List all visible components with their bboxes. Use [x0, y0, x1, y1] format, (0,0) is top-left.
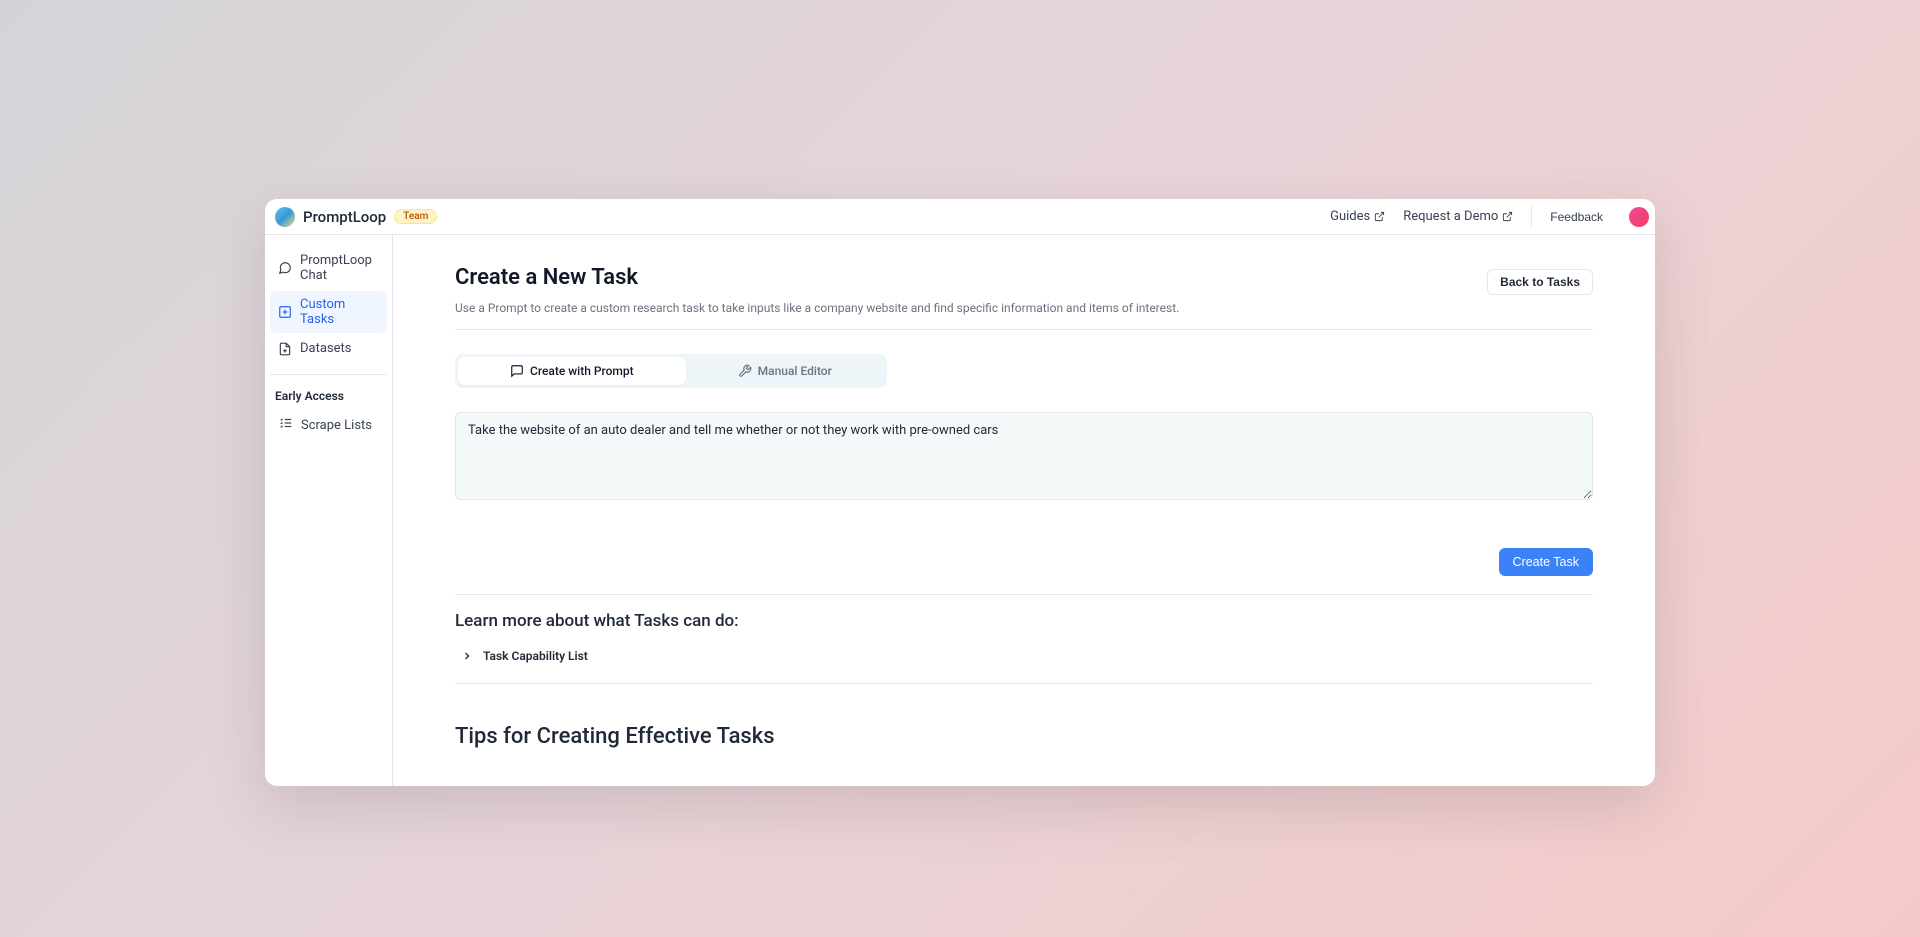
sidebar-item-label: Scrape Lists [301, 418, 372, 433]
prompt-textarea[interactable]: Take the website of an auto dealer and t… [455, 412, 1593, 500]
list-check-icon [279, 416, 293, 434]
learn-more-title: Learn more about what Tasks can do: [455, 611, 1593, 631]
sidebar-item-scrape-lists[interactable]: Scrape Lists [265, 411, 392, 439]
header-left: PromptLoop Team [275, 207, 437, 227]
create-task-button[interactable]: Create Task [1499, 548, 1593, 576]
sidebar-item-label: PromptLoop Chat [300, 253, 379, 283]
task-capability-list-toggle[interactable]: Task Capability List [455, 645, 1593, 667]
request-demo-link[interactable]: Request a Demo [1403, 209, 1513, 224]
chevron-right-icon [461, 650, 473, 662]
file-icon [278, 342, 292, 356]
request-demo-label: Request a Demo [1403, 209, 1498, 224]
feedback-button[interactable]: Feedback [1531, 206, 1611, 228]
chat-icon [278, 261, 292, 275]
guides-label: Guides [1330, 209, 1370, 224]
sidebar: PromptLoop Chat Custom Tasks Datasets Ea… [265, 235, 393, 786]
divider [455, 683, 1593, 684]
team-badge: Team [394, 209, 437, 224]
guides-link[interactable]: Guides [1330, 209, 1385, 224]
avatar[interactable] [1629, 207, 1649, 227]
sidebar-item-chat[interactable]: PromptLoop Chat [270, 247, 387, 289]
divider [455, 329, 1593, 330]
tab-label: Create with Prompt [530, 364, 634, 378]
early-access-heading: Early Access [265, 385, 392, 411]
body: PromptLoop Chat Custom Tasks Datasets Ea… [265, 235, 1655, 786]
sidebar-item-label: Datasets [300, 341, 352, 356]
sidebar-divider [270, 374, 387, 375]
page-header: Create a New Task Back to Tasks [455, 265, 1593, 295]
logo-icon [275, 207, 295, 227]
tab-label: Manual Editor [758, 364, 832, 378]
main-content: Create a New Task Back to Tasks Use a Pr… [393, 235, 1655, 786]
header: PromptLoop Team Guides Request a Demo Fe… [265, 199, 1655, 235]
capability-list-label: Task Capability List [483, 649, 588, 663]
tab-manual-editor[interactable]: Manual Editor [686, 357, 884, 385]
brand-name: PromptLoop [303, 208, 386, 226]
page-title: Create a New Task [455, 265, 638, 290]
page-subtitle: Use a Prompt to create a custom research… [455, 301, 1593, 315]
action-row: Create Task [455, 548, 1593, 576]
tool-icon [738, 364, 752, 378]
sidebar-item-label: Custom Tasks [300, 297, 379, 327]
sidebar-item-custom-tasks[interactable]: Custom Tasks [270, 291, 387, 333]
back-to-tasks-button[interactable]: Back to Tasks [1487, 269, 1593, 295]
external-link-icon [1502, 211, 1513, 222]
header-right: Guides Request a Demo Feedback [1330, 206, 1643, 228]
tips-title: Tips for Creating Effective Tasks [455, 724, 1593, 749]
sidebar-main-section: PromptLoop Chat Custom Tasks Datasets [265, 247, 392, 364]
plus-square-icon [278, 305, 292, 319]
app-window: PromptLoop Team Guides Request a Demo Fe… [265, 199, 1655, 786]
sidebar-item-datasets[interactable]: Datasets [270, 335, 387, 362]
tabs: Create with Prompt Manual Editor [455, 354, 887, 388]
external-link-icon [1374, 211, 1385, 222]
divider [455, 594, 1593, 595]
tab-create-with-prompt[interactable]: Create with Prompt [458, 357, 686, 385]
message-square-icon [510, 364, 524, 378]
